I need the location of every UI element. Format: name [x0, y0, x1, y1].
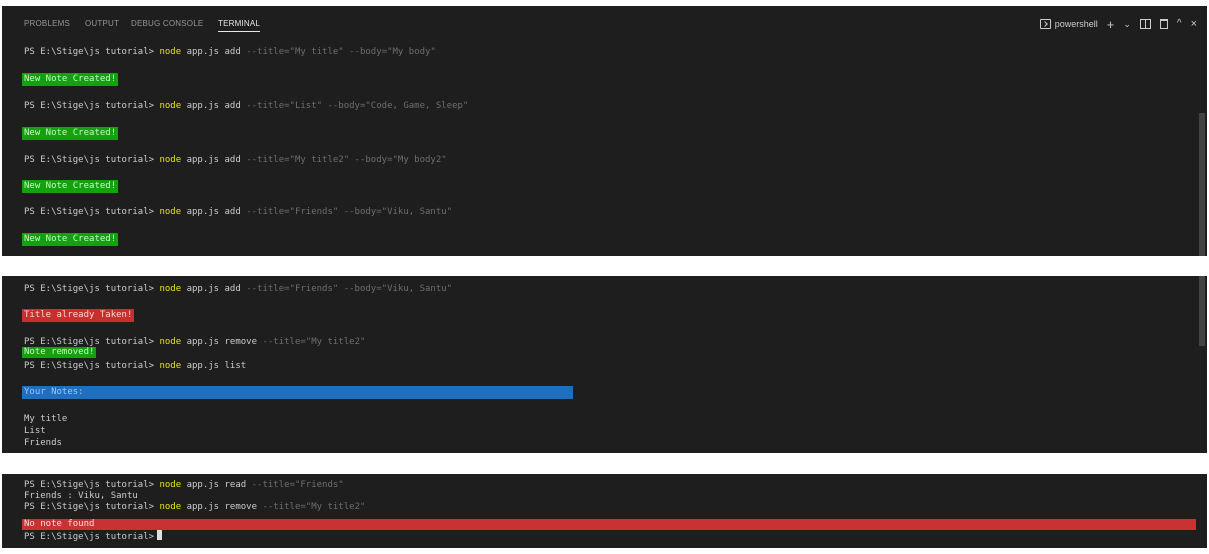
terminal-line: PS E:\Stige\js tutorial> node app.js add…	[24, 284, 453, 294]
success-message: New Note Created!	[22, 180, 119, 193]
tab-debug-console[interactable]: DEBUG CONSOLE	[131, 19, 203, 28]
terminal-panel-1: PROBLEMS OUTPUT DEBUG CONSOLE TERMINAL p…	[2, 6, 1207, 256]
active-tab-indicator	[218, 31, 261, 32]
split-terminal-icon[interactable]	[1139, 19, 1151, 29]
tab-terminal[interactable]: TERMINAL	[218, 19, 261, 32]
plus-icon[interactable]: +	[1107, 18, 1115, 31]
success-message: New Note Created!	[22, 233, 119, 246]
tab-problems[interactable]: PROBLEMS	[24, 19, 70, 28]
scrollbar[interactable]	[1199, 276, 1205, 346]
terminal-actions: powershell + ⌄ ^ ×	[1039, 15, 1197, 33]
note-item: Friends	[24, 438, 62, 448]
chevron-up-icon[interactable]: ^	[1177, 19, 1182, 29]
terminal-input-line[interactable]: PS E:\Stige\js tutorial>	[24, 530, 163, 543]
shell-selector[interactable]: powershell	[1039, 19, 1098, 29]
terminal-line: PS E:\Stige\js tutorial> node app.js rea…	[24, 480, 344, 490]
terminal-line: PS E:\Stige\js tutorial> node app.js add…	[24, 101, 469, 111]
text-cursor	[157, 530, 163, 540]
close-icon[interactable]: ×	[1191, 18, 1197, 30]
tab-output[interactable]: OUTPUT	[85, 19, 119, 28]
terminal-line: PS E:\Stige\js tutorial> node app.js add…	[24, 207, 453, 217]
notes-header: Your Notes:	[22, 386, 573, 399]
terminal-line: PS E:\Stige\js tutorial> node app.js lis…	[24, 361, 247, 371]
success-message: New Note Created!	[22, 127, 119, 140]
panel-tab-bar: PROBLEMS OUTPUT DEBUG CONSOLE TERMINAL	[2, 6, 1207, 40]
terminal-panel-3: PS E:\Stige\js tutorial> node app.js rea…	[2, 474, 1207, 548]
error-message: No note found	[22, 519, 1196, 530]
scrollbar[interactable]	[1199, 113, 1205, 256]
note-item: List	[24, 426, 46, 436]
chevron-down-icon[interactable]: ⌄	[1123, 19, 1131, 29]
terminal-panel-2: PS E:\Stige\js tutorial> node app.js add…	[2, 276, 1207, 453]
terminal-line: PS E:\Stige\js tutorial> node app.js add…	[24, 155, 447, 165]
error-message: Title already Taken!	[22, 309, 135, 322]
terminal-line: PS E:\Stige\js tutorial> node app.js add…	[24, 47, 436, 57]
success-message: Note removed!	[22, 347, 97, 358]
terminal-icon	[1039, 19, 1051, 29]
terminal-line: PS E:\Stige\js tutorial> node app.js rem…	[24, 502, 366, 512]
trash-icon[interactable]	[1159, 19, 1168, 29]
note-item: My title	[24, 414, 68, 424]
shell-label: powershell	[1054, 19, 1098, 29]
success-message: New Note Created!	[22, 73, 119, 86]
command-output: Friends : Viku, Santu	[24, 491, 138, 501]
